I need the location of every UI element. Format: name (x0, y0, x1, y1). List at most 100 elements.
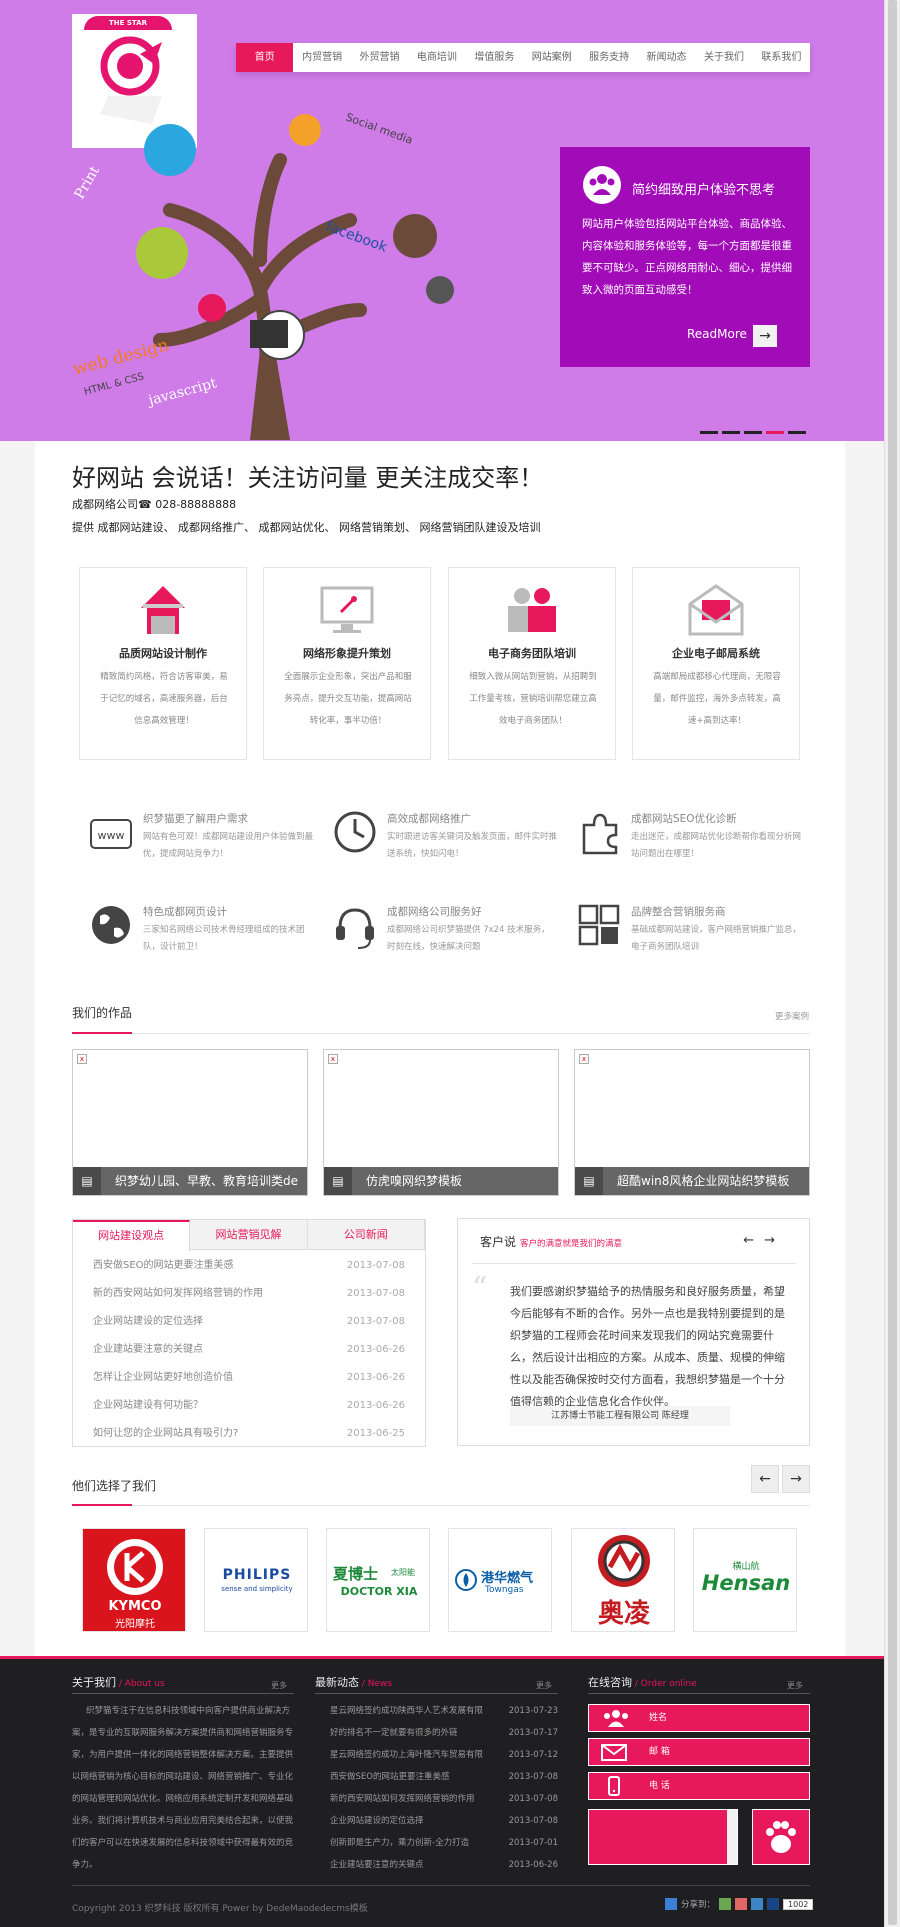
footer-divider (72, 1693, 294, 1694)
service-card-email-system[interactable]: 企业电子邮局系统 高端邮局成都移心代理商，无限容量，邮件监控，海外多点转发，高速… (632, 567, 800, 760)
list-item[interactable]: 星云网络签约成功陕西华人艺术发展有限 2013-07-23 (330, 1700, 558, 1722)
share-renren-icon[interactable] (767, 1898, 780, 1910)
nav-item-home[interactable]: 首页 (236, 43, 294, 72)
phone-field[interactable]: 电 话 (588, 1772, 810, 1800)
nav-item-news[interactable]: 新闻动态 (638, 43, 695, 72)
partner-name: 奥凌 (597, 1599, 650, 1629)
news-tabs-panel: 网站建设观点 网站营销见解 公司新闻 西安做SEO的网站更要注重美感 2013-0… (72, 1219, 426, 1447)
partner-logo-kymco[interactable]: KYMCO 光阳摩托 (82, 1528, 186, 1632)
quote-mark-icon: “ (472, 1271, 488, 1306)
partner-subname: sense and simplicity (221, 1585, 293, 1593)
partner-logo-towngas[interactable]: 港华燃气 Towngas (448, 1528, 552, 1632)
works-more-link[interactable]: 更多案例 (775, 1010, 809, 1022)
paw-icon (766, 1821, 796, 1853)
phone-field-label: 电 话 (649, 1781, 670, 1791)
list-item[interactable]: 企业建站要注意的关键点 2013-06-26 (330, 1854, 558, 1876)
list-item[interactable]: 西安做SEO的网站更要注重美感 2013-07-08 (330, 1766, 558, 1788)
list-item[interactable]: 星云网络签约成功上海叶隆汽车贸易有限 2013-07-12 (330, 1744, 558, 1766)
readmore-arrow-button[interactable]: → (753, 325, 777, 347)
feature-user-needs[interactable]: www 织梦猫更了解用户需求 网站有色可观！成都网站建设用户体验做到最优，提成网… (90, 811, 325, 871)
copyright-text: Copyright 2013 织梦科技 版权所有 Power by DedeMa… (72, 1904, 368, 1914)
slider-dot[interactable] (722, 431, 740, 434)
tab-marketing-insights[interactable]: 网站营销见解 (190, 1220, 308, 1249)
share-weibo-icon[interactable] (735, 1898, 748, 1910)
feature-description: 三家知名网络公司技术骨经理组成的技术团队，设计前卫！ (143, 925, 305, 952)
service-card-website-design[interactable]: 品质网站设计制作 精致简约风格，符合访客审美，易于记忆的域名，高速服务器，后台信… (79, 567, 247, 760)
partners-prev-button[interactable]: ← (751, 1465, 779, 1493)
nav-item-support[interactable]: 服务支持 (580, 43, 637, 72)
partners-divider (72, 1504, 810, 1506)
footer-news-more-link[interactable]: 更多 (536, 1680, 552, 1691)
nav-item-ecommerce-training[interactable]: 电商培训 (408, 43, 465, 72)
card-title: 电子商务团队培训 (488, 647, 576, 660)
feature-brand-marketing[interactable]: 品牌整合营销服务商 基础成都网站建设，客户网络营销推广监总，电子商务团队培训 (578, 904, 813, 964)
testimonial-author: 江苏博士节能工程有限公司 陈经理 (510, 1406, 730, 1426)
list-item[interactable]: 好的排名不一定就要有很多的外链 2013-07-17 (330, 1722, 558, 1744)
share-tqq-icon[interactable] (751, 1898, 764, 1910)
nav-item-cases[interactable]: 网站案例 (523, 43, 580, 72)
list-item[interactable]: 怎样让企业网站更好地创造价值 2013-06-26 (93, 1364, 405, 1392)
work-item[interactable]: x ▤ 织梦幼儿园、早教、教育培训类de (72, 1049, 308, 1196)
slider-dot[interactable] (744, 431, 762, 434)
textarea-scrollbar[interactable] (727, 1810, 737, 1864)
service-card-team-training[interactable]: 电子商务团队培训 细致入微从网站到营销，从招聘到工作量考核，营销培训帮您建立高效… (448, 567, 616, 760)
footer-about-more-link[interactable]: 更多 (271, 1680, 287, 1691)
feature-seo[interactable]: 成都网站SEO优化诊断 走出迷茫，成都网站优化诊断帮你看现分析网站问题出在哪里！ (578, 811, 813, 871)
message-textarea[interactable] (588, 1809, 738, 1865)
news-tabs: 网站建设观点 网站营销见解 公司新闻 (73, 1220, 425, 1251)
list-item[interactable]: 企业网站建设的定位选择 2013-07-08 (330, 1810, 558, 1832)
service-card-image-planning[interactable]: 网络形象提升策划 全面展示企业形象，突出产品和服务亮点，提升交互功能，提高网站转… (263, 567, 431, 760)
news-list: 西安做SEO的网站更要注重美感 2013-07-08 新的西安网站如何发挥网络营销… (73, 1250, 425, 1448)
slider-dot[interactable] (700, 431, 718, 434)
nav-item-foreign-marketing[interactable]: 外贸营销 (351, 43, 408, 72)
list-item[interactable]: 企业网站建设有何功能？ 2013-06-26 (93, 1392, 405, 1420)
footer-about-title: 关于我们 / About us (72, 1676, 165, 1689)
partner-logo-philips[interactable]: PHILIPS sense and simplicity (204, 1528, 308, 1632)
partner-name: 夏博士 (333, 1565, 379, 1583)
nav-item-domestic-marketing[interactable]: 内贸营销 (293, 43, 350, 72)
partners-next-button[interactable]: → (782, 1465, 810, 1493)
partner-name: PHILIPS (222, 1567, 292, 1583)
testimonial-nav-arrows[interactable]: ←→ (743, 1233, 785, 1248)
partner-logo-doctorxia[interactable]: 夏博士 太阳能 DOCTOR XIA (326, 1528, 430, 1632)
work-item[interactable]: x ▤ 超酷win8风格企业网站织梦模板 (574, 1049, 810, 1196)
list-item[interactable]: 新的西安网站如何发挥网络营销的作用 2013-07-08 (330, 1788, 558, 1810)
list-item[interactable]: 新的西安网站如何发挥网络营销的作用 2013-07-08 (93, 1280, 405, 1308)
testimonial-heading: 客户说 客户的满意就是我们的满意 (480, 1235, 623, 1249)
users-icon (604, 1710, 628, 1727)
page-scrollbar[interactable] (884, 0, 900, 1927)
list-item[interactable]: 如何让您的企业网站具有吸引力? 2013-06-25 (93, 1420, 405, 1448)
list-item[interactable]: 创新即是生产力，乘力创新-全力打造 2013-07-01 (330, 1832, 558, 1854)
social-tree-illustration: Social media facebook Print web design H… (71, 111, 454, 440)
feature-promotion[interactable]: 高效成都网络推广 实时跟进访客关键词及触发页面，邮件实时推送系统，快如闪电！ (334, 811, 569, 871)
share-qzone-icon[interactable] (719, 1898, 732, 1910)
submit-button[interactable] (752, 1809, 810, 1865)
name-field[interactable]: 姓名 (588, 1704, 810, 1732)
slider-dot-active[interactable] (766, 431, 784, 434)
feature-description: 实时跟进访客关键词及触发页面，邮件实时推送系统，快如闪电！ (387, 832, 558, 859)
tab-company-news[interactable]: 公司新闻 (308, 1220, 425, 1249)
share-count: 1002 (783, 1898, 814, 1910)
nav-item-about[interactable]: 关于我们 (695, 43, 752, 72)
feature-web-design[interactable]: 特色成都网页设计 三家知名网络公司技术骨经理组成的技术团队，设计前卫！ (90, 904, 325, 964)
list-item[interactable]: 企业网站建设的定位选择 2013-07-08 (93, 1308, 405, 1336)
feature-title: 织梦猫更了解用户需求 (143, 813, 248, 825)
nav-item-contact[interactable]: 联系我们 (753, 43, 810, 72)
work-caption: ▤ 仿虎嗅网织梦模板 (324, 1167, 558, 1195)
readmore-link[interactable]: ReadMore (687, 327, 747, 341)
list-item[interactable]: 西安做SEO的网站更要注重美感 2013-07-08 (93, 1252, 405, 1280)
work-item[interactable]: x ▤ 仿虎嗅网织梦模板 (323, 1049, 559, 1196)
email-field[interactable]: 邮 箱 (588, 1738, 810, 1766)
tab-website-building[interactable]: 网站建设观点 (73, 1220, 191, 1251)
partners-section-title: 他们选择了我们 (72, 1479, 157, 1493)
slider-dot[interactable] (788, 431, 806, 434)
partner-logo-hensan[interactable]: 横山航 Hensan (693, 1528, 797, 1632)
feature-service[interactable]: 成都网络公司服务好 成都网络公司织梦猫提供 7x24 技术服务，时刻在线，快速解… (334, 904, 569, 964)
nav-item-value-added[interactable]: 增值服务 (466, 43, 523, 72)
footer-order-more-link[interactable]: 更多 (787, 1680, 803, 1691)
share-plus-icon[interactable] (665, 1898, 677, 1910)
list-item[interactable]: 企业建站要注意的关键点 2013-06-26 (93, 1336, 405, 1364)
feature-title: 成都网站SEO优化诊断 (631, 813, 737, 825)
partner-logo-aoling[interactable]: 奥凌 (571, 1528, 675, 1632)
scrollbar-thumb[interactable] (888, 0, 897, 1925)
